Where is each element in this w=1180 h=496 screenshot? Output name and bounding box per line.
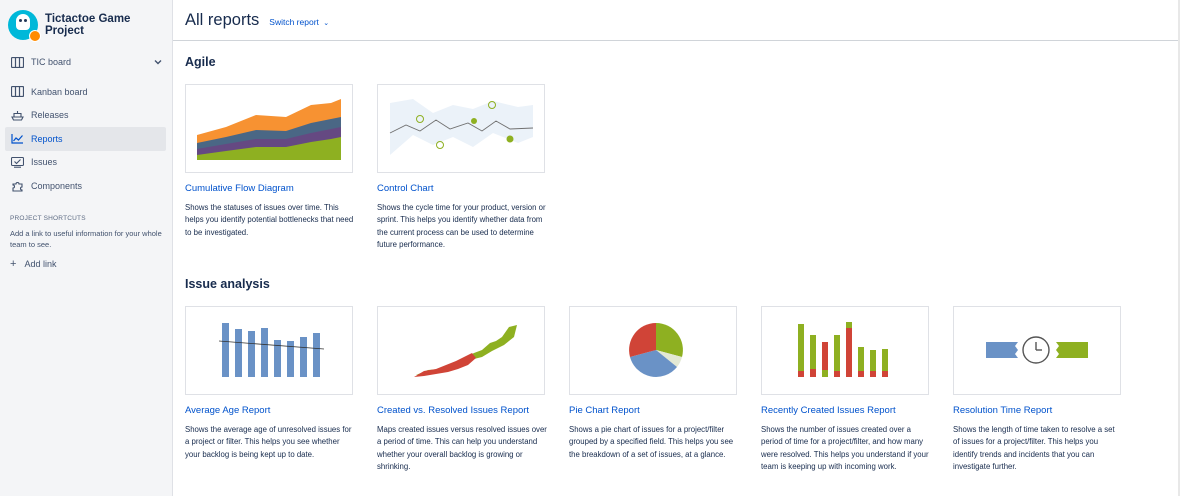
average-age-thumbnail[interactable]	[185, 306, 353, 395]
report-card-average-age[interactable]: Average Age Report Shows the average age…	[185, 306, 353, 461]
ship-icon	[10, 109, 24, 121]
add-link-label: Add link	[24, 258, 57, 269]
switch-report-label: Switch report	[269, 16, 319, 27]
recently-created-thumbnail[interactable]	[761, 306, 929, 395]
report-card-title[interactable]: Cumulative Flow Diagram	[185, 183, 353, 194]
report-card-description: Shows the length of time taken to resolv…	[953, 425, 1115, 471]
report-card-description: Shows the statuses of issues over time. …	[185, 203, 354, 237]
report-card-title[interactable]: Average Age Report	[185, 405, 353, 416]
report-card-title[interactable]: Recently Created Issues Report	[761, 405, 929, 416]
project-avatar	[8, 9, 41, 42]
issues-icon	[10, 156, 24, 168]
puzzle-icon	[10, 180, 24, 192]
sidebar-item-reports[interactable]: Reports	[5, 127, 166, 151]
report-card-title[interactable]: Resolution Time Report	[953, 405, 1121, 416]
chevron-down-icon	[154, 57, 162, 67]
sidebar-item-label: Issues	[31, 157, 58, 168]
sidebar-item-label: Reports	[31, 133, 63, 144]
section-title-agile: Agile	[185, 55, 216, 69]
report-card-pie-chart[interactable]: Pie Chart Report Shows a pie chart of is…	[569, 306, 737, 461]
report-card-description: Maps created issues versus resolved issu…	[377, 425, 547, 471]
project-header[interactable]: Tictactoe Game Project	[0, 0, 172, 42]
resolution-time-thumbnail[interactable]	[953, 306, 1121, 395]
add-link-button[interactable]: + Add link	[0, 250, 172, 270]
report-card-created-vs-resolved[interactable]: Created vs. Resolved Issues Report Maps …	[377, 306, 547, 473]
pie-chart-thumbnail[interactable]	[569, 306, 737, 395]
report-card-description: Shows the average age of unresolved issu…	[185, 425, 352, 459]
control-chart-thumbnail[interactable]	[377, 84, 545, 173]
section-title-issue-analysis: Issue analysis	[185, 277, 270, 291]
project-name: Tictactoe Game Project	[45, 12, 131, 37]
project-shortcuts-description: Add a link to useful information for you…	[10, 228, 162, 249]
project-shortcuts-title: PROJECT SHORTCUTS	[10, 214, 86, 222]
sidebar-item-releases[interactable]: Releases	[5, 104, 166, 128]
report-card-description: Shows the cycle time for your product, v…	[377, 203, 546, 249]
sidebar-item-label: Releases	[31, 110, 69, 121]
report-card-description: Shows a pie chart of issues for a projec…	[569, 425, 734, 459]
report-card-recently-created[interactable]: Recently Created Issues Report Shows the…	[761, 306, 929, 473]
created-vs-resolved-thumbnail[interactable]	[377, 306, 545, 395]
cumulative-flow-thumbnail[interactable]	[185, 84, 353, 173]
report-card-cumulative-flow[interactable]: Cumulative Flow Diagram Shows the status…	[185, 84, 353, 239]
report-card-title[interactable]: Pie Chart Report	[569, 405, 737, 416]
report-card-resolution-time[interactable]: Resolution Time Report Shows the length …	[953, 306, 1121, 473]
board-selector[interactable]: TIC board	[0, 51, 172, 73]
app-window: Tictactoe Game Project TIC board Kanban …	[0, 0, 1180, 496]
graph-line-icon	[10, 133, 24, 145]
report-card-control-chart[interactable]: Control Chart Shows the cycle time for y…	[377, 84, 546, 251]
main-content: All reports Switch report ⌄ Agile Cumula…	[173, 0, 1180, 496]
report-card-title[interactable]: Control Chart	[377, 183, 545, 194]
board-selector-label: TIC board	[31, 57, 72, 67]
chevron-down-icon: ⌄	[323, 19, 330, 27]
report-card-title[interactable]: Created vs. Resolved Issues Report	[377, 405, 545, 416]
page-title: All reports	[185, 10, 260, 29]
board-icon	[10, 56, 24, 68]
page-header: All reports Switch report ⌄	[173, 0, 1180, 41]
sidebar-item-label: Kanban board	[31, 86, 88, 97]
sidebar-item-components[interactable]: Components	[5, 174, 166, 198]
sidebar-item-kanban-board[interactable]: Kanban board	[5, 80, 166, 104]
kanban-board-icon	[10, 86, 24, 98]
sidebar-item-label: Components	[31, 180, 83, 191]
switch-report-dropdown[interactable]: Switch report ⌄	[269, 17, 329, 27]
sidebar-item-issues[interactable]: Issues	[5, 151, 166, 175]
report-card-description: Shows the number of issues created over …	[761, 425, 929, 471]
plus-icon: +	[10, 257, 17, 270]
sidebar: Tictactoe Game Project TIC board Kanban …	[0, 0, 173, 496]
